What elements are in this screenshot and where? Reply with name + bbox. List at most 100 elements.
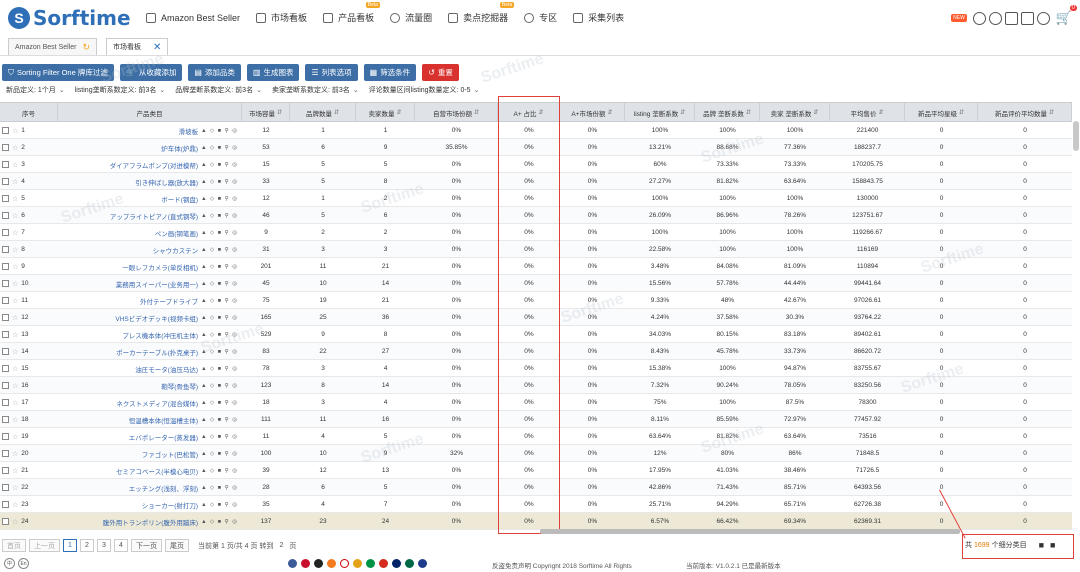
jp-flag-icon[interactable] <box>340 559 349 568</box>
category-action-icons[interactable]: ▲ ◇ ■ ⚲ ◎ <box>201 179 238 185</box>
last-page-button[interactable]: 尾页 <box>165 539 189 552</box>
category-action-icons[interactable]: ▲ ◇ ■ ⚲ ◎ <box>201 196 238 202</box>
category-action-icons[interactable]: ▲ ◇ ■ ⚲ ◎ <box>201 400 238 406</box>
vertical-scrollbar[interactable] <box>1073 121 1079 151</box>
page-2-button[interactable]: 2 <box>80 539 94 552</box>
horizontal-scrollbar[interactable] <box>540 529 960 534</box>
category-action-icons[interactable]: ▲ ◇ ■ ⚲ ◎ <box>201 162 238 168</box>
category-link[interactable]: ダイアフラムポンプ(对进模帮) <box>110 160 198 170</box>
download-icon[interactable] <box>1036 11 1050 25</box>
row-checkbox[interactable] <box>2 484 9 491</box>
category-link[interactable]: 一眼レフカメラ(单反相机) <box>122 262 198 272</box>
brand-monopoly-select[interactable]: 品牌垄断系数定义: 前3名 ⌄ <box>175 85 262 95</box>
row-checkbox[interactable] <box>2 127 9 134</box>
column-header[interactable]: 卖家数量 ⇵ <box>356 103 415 122</box>
category-link[interactable]: ポーカーテーブル(扑克桌子) <box>116 347 198 357</box>
column-header[interactable]: 品牌 垄断系数 ⇵ <box>695 103 760 122</box>
column-header[interactable]: A+市场份额 ⇵ <box>560 103 625 122</box>
category-link[interactable]: 引き伸ばし器(放大器) <box>135 177 198 187</box>
category-action-icons[interactable]: ▲ ◇ ■ ⚲ ◎ <box>201 383 238 389</box>
star-icon[interactable]: ☆ <box>12 297 18 305</box>
star-icon[interactable]: ☆ <box>12 229 18 237</box>
column-header[interactable]: 平均售价 ⇵ <box>830 103 905 122</box>
page-1-button[interactable]: 1 <box>63 539 77 552</box>
star-icon[interactable]: ☆ <box>12 178 18 186</box>
category-link[interactable]: 鞄琴(骨鱼琴) <box>161 381 198 391</box>
uk-flag-icon[interactable] <box>301 559 310 568</box>
category-link[interactable]: 業務用スイーパー(业务用一) <box>116 279 198 289</box>
lang-zh-button[interactable]: 中 <box>4 558 15 569</box>
tab-amazon-best-seller[interactable]: Amazon Best Seller ↻ <box>8 38 98 55</box>
prev-page-button[interactable]: 上一页 <box>29 539 60 552</box>
category-link[interactable]: エッチング(浅刻、浮刻) <box>129 483 198 493</box>
refresh-icon[interactable]: ↻ <box>82 42 90 53</box>
column-header[interactable]: 新品评价平均数量 ⇵ <box>978 103 1072 122</box>
sorting-filter-button[interactable]: ⛉ Sorting Filter One 牌库过滤 <box>2 64 114 81</box>
nav-collect-list[interactable]: 采集列表 <box>573 11 624 24</box>
star-icon[interactable]: ☆ <box>12 382 18 390</box>
column-header[interactable]: 新品平均星级 ⇵ <box>905 103 978 122</box>
row-checkbox[interactable] <box>2 144 9 151</box>
de-flag-icon[interactable] <box>314 559 323 568</box>
category-link[interactable]: プレス機本体(冲压机主体) <box>122 330 198 340</box>
add-from-favorites-button[interactable]: 🛒 从收藏添加 <box>119 64 183 81</box>
nav-product-board[interactable]: 产品看板 Beta <box>323 2 381 24</box>
row-checkbox[interactable] <box>2 212 9 219</box>
video-icon[interactable] <box>1020 11 1034 25</box>
nav-market-board[interactable]: 市场看板 <box>256 11 307 24</box>
star-icon[interactable]: ☆ <box>12 161 18 169</box>
category-link[interactable]: ファゴット(巴松管) <box>142 449 198 459</box>
star-icon[interactable]: ☆ <box>12 399 18 407</box>
row-checkbox[interactable] <box>2 365 9 372</box>
category-link[interactable]: 炉车体(炉鼎) <box>161 143 198 153</box>
account-icon[interactable] <box>988 11 1002 25</box>
first-page-button[interactable]: 首页 <box>2 539 26 552</box>
category-link[interactable]: 腹外用トランポリン(腹外用蹦床) <box>103 517 198 527</box>
generate-chart-button[interactable]: ▥ 生成图表 <box>246 64 300 81</box>
category-action-icons[interactable]: ▲ ◇ ■ ⚲ ◎ <box>201 298 238 304</box>
category-link[interactable]: エバポレーター(蒸发器) <box>129 432 198 442</box>
row-checkbox[interactable] <box>2 416 9 423</box>
it-flag-icon[interactable] <box>366 559 375 568</box>
category-action-icons[interactable]: ▲ ◇ ■ ⚲ ◎ <box>201 485 238 491</box>
star-icon[interactable]: ☆ <box>12 195 18 203</box>
page-4-button[interactable]: 4 <box>114 539 128 552</box>
row-checkbox[interactable] <box>2 399 9 406</box>
star-icon[interactable]: ☆ <box>12 348 18 356</box>
category-link[interactable]: アップライトピアノ(直式钢琴) <box>110 211 198 221</box>
category-action-icons[interactable]: ▲ ◇ ■ ⚲ ◎ <box>201 502 238 508</box>
row-checkbox[interactable] <box>2 501 9 508</box>
fr-flag-icon[interactable] <box>418 559 427 568</box>
star-icon[interactable]: ☆ <box>12 450 18 458</box>
cart-button[interactable]: 🛒 0 <box>1056 5 1077 26</box>
star-icon[interactable]: ☆ <box>12 263 18 271</box>
column-header[interactable]: 卖家 垄断系数 ⇵ <box>760 103 830 122</box>
row-checkbox[interactable] <box>2 246 9 253</box>
category-action-icons[interactable]: ▲ ◇ ■ ⚲ ◎ <box>201 451 238 457</box>
category-link[interactable]: ネクストメディア(混合媒体) <box>116 398 198 408</box>
star-icon[interactable]: ☆ <box>12 212 18 220</box>
row-checkbox[interactable] <box>2 467 9 474</box>
category-action-icons[interactable]: ▲ ◇ ■ ⚲ ◎ <box>201 349 238 355</box>
star-icon[interactable]: ☆ <box>12 467 18 475</box>
es-flag-icon[interactable] <box>353 559 362 568</box>
row-checkbox[interactable] <box>2 229 9 236</box>
star-icon[interactable]: ☆ <box>12 246 18 254</box>
add-category-button[interactable]: ▤ 添加品类 <box>188 64 241 81</box>
category-link[interactable]: ペン画(钢笔画) <box>155 228 198 238</box>
category-link[interactable]: ボード(钢盘) <box>161 194 198 204</box>
star-icon[interactable]: ☆ <box>12 518 18 526</box>
category-action-icons[interactable]: ▲ ◇ ■ ⚲ ◎ <box>201 281 238 287</box>
star-icon[interactable]: ☆ <box>12 314 18 322</box>
star-icon[interactable]: ☆ <box>12 331 18 339</box>
nav-traffic-circle[interactable]: 流量圈 <box>390 11 432 24</box>
star-icon[interactable]: ☆ <box>12 416 18 424</box>
category-action-icons[interactable]: ▲ ◇ ■ ⚲ ◎ <box>201 434 238 440</box>
user-icon[interactable] <box>972 11 986 25</box>
row-checkbox[interactable] <box>2 518 9 525</box>
ca-flag-icon[interactable] <box>379 559 388 568</box>
goto-page-input[interactable]: 2 <box>279 542 283 549</box>
column-header[interactable]: 品牌数量 ⇵ <box>290 103 356 122</box>
row-checkbox[interactable] <box>2 382 9 389</box>
nav-special-zone[interactable]: 专区 <box>524 11 557 24</box>
